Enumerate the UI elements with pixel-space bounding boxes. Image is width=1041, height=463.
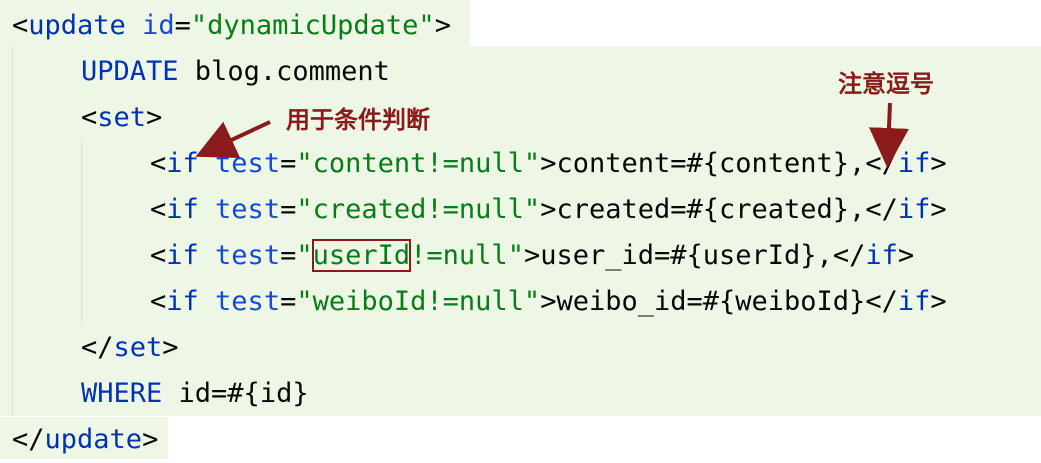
tag-bracket: >	[540, 286, 557, 317]
tag-name: if	[166, 240, 199, 271]
tag-bracket: </	[12, 424, 45, 455]
tag-bracket: >	[142, 424, 159, 455]
code-line-1: <update id="dynamicUpdate">	[12, 3, 451, 49]
equals: =	[280, 148, 297, 179]
tag-bracket: </	[81, 332, 114, 363]
attr-name: test	[215, 194, 281, 225]
sql-text: weibo_id=#{weiboId}	[556, 286, 866, 317]
tag-name: set	[113, 332, 163, 363]
sql-text: content=#{content},	[556, 148, 866, 179]
tag-name: set	[97, 102, 147, 133]
code-line-9: WHERE id=#{id}	[81, 371, 309, 417]
sql-text: id=#{id}	[162, 378, 309, 409]
attr-name: test	[215, 286, 281, 317]
sql-text: created=#{created},	[556, 194, 866, 225]
tag-name: if	[897, 286, 931, 317]
tag-bracket: <	[12, 10, 29, 41]
code-line-2: UPDATE blog.comment	[81, 49, 390, 95]
attr-value: !=null"	[410, 240, 524, 271]
code-line-8: </set>	[81, 325, 179, 371]
sql-keyword: WHERE	[81, 378, 163, 409]
tag-name: update	[44, 424, 143, 455]
indent-guide	[81, 141, 82, 325]
attr-name: test	[215, 240, 281, 271]
attr-value: "created!=null"	[296, 194, 541, 225]
sql-text: blog.comment	[178, 56, 390, 87]
tag-bracket: >	[930, 148, 947, 179]
tag-bracket: >	[434, 10, 451, 41]
sql-text: user_id=#{userId},	[540, 240, 833, 271]
tag-bracket: >	[523, 240, 541, 271]
code-line-7: <if test="weiboId!=null">weibo_id=#{weib…	[150, 279, 947, 325]
tag-bracket: >	[540, 148, 557, 179]
code-line-6: <if test="userId!=null">user_id=#{userId…	[150, 233, 914, 279]
code-editor[interactable]: <update id="dynamicUpdate"> UPDATE blog.…	[0, 0, 1041, 459]
tag-name: if	[166, 148, 199, 179]
tag-bracket: >	[146, 102, 163, 133]
tag-bracket: >	[897, 240, 915, 271]
attr-name: test	[215, 148, 281, 179]
sql-keyword: UPDATE	[81, 56, 179, 87]
tag-name: update	[28, 10, 126, 41]
code-line-10: </update>	[12, 417, 158, 463]
tag-bracket: <	[81, 102, 98, 133]
tag-bracket: </	[832, 240, 866, 271]
tag-bracket: >	[930, 194, 947, 225]
tag-name: if	[897, 148, 931, 179]
tag-name: if	[865, 240, 898, 271]
userid-highlight-box: userId	[311, 239, 412, 272]
tag-bracket: <	[150, 194, 167, 225]
equals: =	[280, 286, 297, 317]
code-line-4: <if test="content!=null">content=#{conte…	[150, 141, 947, 187]
tag-bracket: </	[865, 286, 898, 317]
tag-name: if	[166, 194, 199, 225]
tag-name: if	[897, 194, 931, 225]
tag-bracket: </	[865, 148, 898, 179]
equals: =	[280, 240, 297, 271]
code-line-3: <set>	[81, 95, 162, 141]
code-line-5: <if test="created!=null">created=#{creat…	[150, 187, 947, 233]
tag-name: if	[166, 286, 199, 317]
equals: =	[174, 10, 191, 41]
tag-bracket: >	[930, 286, 947, 317]
tag-bracket: >	[540, 194, 557, 225]
attr-value: "dynamicUpdate"	[190, 10, 435, 41]
attr-name: id	[142, 10, 175, 41]
indent-guide	[12, 46, 13, 416]
attr-value-quote: "	[296, 240, 313, 271]
condition-annotation: 用于条件判断	[286, 106, 430, 134]
tag-bracket: <	[150, 240, 167, 271]
equals: =	[280, 194, 297, 225]
comma-annotation: 注意逗号	[838, 70, 934, 98]
attr-value: "content!=null"	[296, 148, 541, 179]
tag-bracket: </	[865, 194, 898, 225]
tag-bracket: >	[162, 332, 179, 363]
tag-bracket: <	[150, 148, 167, 179]
attr-value: "weiboId!=null"	[296, 286, 541, 317]
tag-bracket: <	[150, 286, 167, 317]
